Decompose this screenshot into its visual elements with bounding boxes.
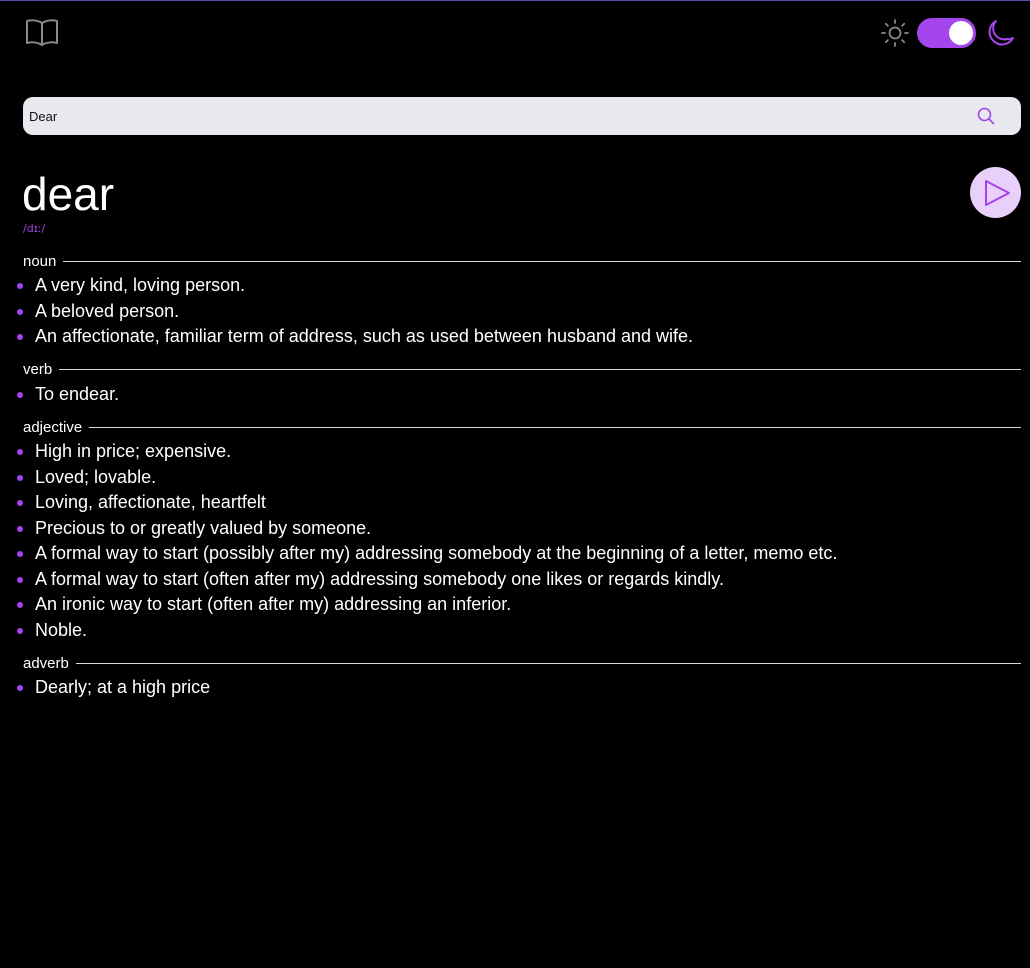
definition-item: To endear. xyxy=(0,382,1030,408)
play-button[interactable] xyxy=(970,167,1021,218)
definition-item: Precious to or greatly valued by someone… xyxy=(0,516,1030,542)
definition-item: An affectionate, familiar term of addres… xyxy=(0,324,1030,350)
meaning-group: adverb Dearly; at a high price xyxy=(0,653,1030,701)
part-of-speech-header: noun xyxy=(23,251,1021,271)
moon-icon xyxy=(984,17,1016,49)
definition-item: A formal way to start (often after my) a… xyxy=(0,567,1030,593)
definition-item: Loving, affectionate, heartfelt xyxy=(0,490,1030,516)
definition-item: An ironic way to start (often after my) … xyxy=(0,592,1030,618)
meaning-group: noun A very kind, loving person. A beloved… xyxy=(0,251,1030,350)
search-bar xyxy=(23,97,1021,135)
play-icon xyxy=(985,180,1010,206)
definition-item: A formal way to start (possibly after my… xyxy=(0,541,1030,567)
theme-toggle[interactable] xyxy=(917,18,976,48)
definition-item: A very kind, loving person. xyxy=(0,273,1030,299)
divider xyxy=(75,662,1021,664)
divider xyxy=(63,260,1021,262)
part-of-speech-header: adjective xyxy=(23,417,1021,437)
divider xyxy=(59,369,1021,370)
definition-item: A beloved person. xyxy=(0,299,1030,325)
meanings-list: noun A very kind, loving person. A beloved… xyxy=(0,251,1030,711)
part-of-speech-label: noun xyxy=(23,252,57,270)
phonetic: /dɪː/ xyxy=(23,222,46,235)
header xyxy=(0,0,1030,70)
definition-item: Dearly; at a high price xyxy=(0,675,1030,701)
part-of-speech-header: adverb xyxy=(23,653,1021,673)
definition-list: High in price; expensive. Loved; lovable.… xyxy=(0,439,1030,643)
sun-icon xyxy=(879,17,911,49)
word-title: dear xyxy=(22,168,115,220)
definition-item: Loved; lovable. xyxy=(0,465,1030,491)
book-open-icon[interactable] xyxy=(25,17,59,49)
meaning-group: verb To endear. xyxy=(0,360,1030,408)
part-of-speech-label: verb xyxy=(23,361,53,378)
definition-list: Dearly; at a high price xyxy=(0,675,1030,701)
part-of-speech-label: adjective xyxy=(23,418,83,436)
divider xyxy=(89,426,1021,428)
definition-item: High in price; expensive. xyxy=(0,439,1030,465)
toggle-knob xyxy=(949,21,973,45)
definition-list: A very kind, loving person. A beloved per… xyxy=(0,273,1030,350)
part-of-speech-header: verb xyxy=(23,360,1021,380)
meaning-group: adjective High in price; expensive. Loved;… xyxy=(0,417,1030,643)
search-icon[interactable] xyxy=(977,107,995,125)
part-of-speech-label: adverb xyxy=(23,654,69,672)
definition-list: To endear. xyxy=(0,382,1030,408)
search-input[interactable] xyxy=(23,97,963,135)
definition-item: Noble. xyxy=(0,618,1030,644)
